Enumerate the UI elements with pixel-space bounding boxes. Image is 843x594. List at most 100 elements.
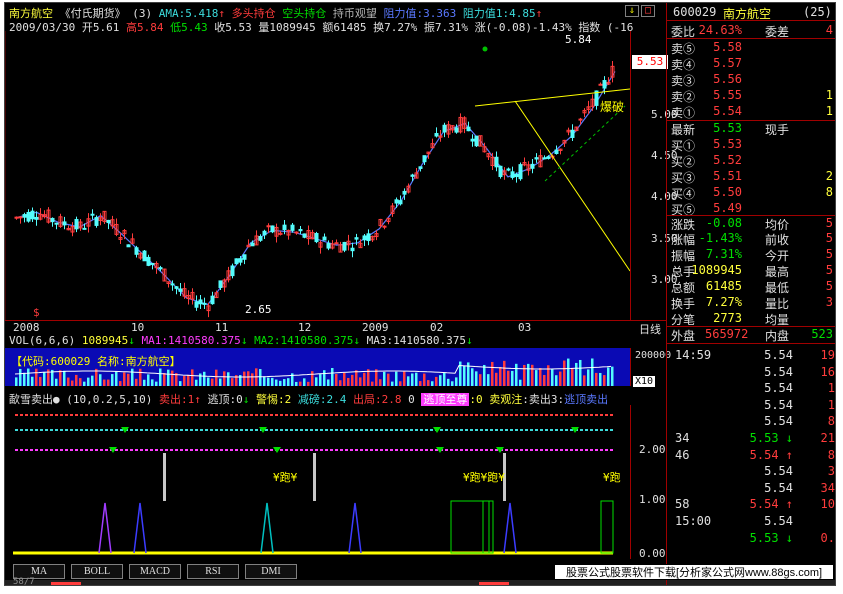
ask-label: 卖⑤	[671, 42, 696, 56]
tick-price: 5.54	[764, 514, 793, 528]
volume-bar	[527, 363, 530, 386]
signal-dot	[482, 46, 488, 52]
candle	[474, 135, 479, 147]
volume-bar	[155, 381, 158, 386]
candle	[294, 231, 299, 234]
candle	[194, 301, 199, 308]
candle	[34, 216, 39, 220]
ask-row[interactable]: 卖② 5.55 1	[667, 88, 835, 104]
stat-value-2: 5	[825, 216, 833, 230]
latest-row: 最新 5.53 现手	[667, 120, 835, 137]
volume-bar	[543, 374, 546, 386]
candle	[362, 235, 367, 241]
volume-bar	[335, 374, 338, 386]
volume-bar	[559, 371, 562, 386]
green-block	[600, 500, 614, 554]
volume-bar	[259, 369, 262, 386]
stat-row: 振幅 7.31% 今开 5	[667, 247, 835, 263]
candle	[282, 224, 287, 231]
tab-rsi[interactable]: RSI	[187, 564, 239, 579]
volume-bar	[419, 381, 422, 386]
ask-label: 卖③	[671, 74, 696, 88]
ask-price: 5.55	[713, 88, 742, 102]
candle	[514, 174, 519, 178]
indicator-axis-label: 1.00	[639, 493, 666, 506]
indicator-chart[interactable]: ¥跑¥ ¥跑¥跑¥ ¥跑	[5, 405, 630, 559]
volume-bar	[567, 358, 570, 386]
pin-icon[interactable]: ⇓	[625, 5, 639, 17]
candle	[82, 227, 87, 230]
volume-bar	[351, 374, 354, 386]
volume-bar	[475, 371, 478, 386]
ask-row[interactable]: 卖⑤ 5.58	[667, 40, 835, 56]
volume-bar	[303, 378, 306, 386]
candle	[402, 190, 407, 195]
ask-price: 5.57	[713, 56, 742, 70]
candle	[602, 80, 607, 89]
candle	[302, 233, 307, 238]
volume-bar	[127, 373, 130, 386]
candle	[422, 155, 427, 163]
bid-label: 买②	[671, 155, 696, 169]
run-label: ¥跑¥跑¥	[463, 470, 505, 484]
tab-boll[interactable]: BOLL	[71, 564, 123, 579]
bid-label: 买①	[671, 139, 696, 153]
quote-code: 600029	[673, 5, 717, 19]
candle	[454, 127, 459, 133]
candle	[434, 133, 439, 137]
tick-price: 5.54 ↑	[749, 447, 793, 462]
month-label: 2008	[13, 321, 40, 334]
period-label[interactable]: 日线	[639, 321, 661, 337]
tick-time: 58	[675, 497, 690, 512]
volume-bar	[395, 371, 398, 386]
month-label: 10	[131, 321, 145, 334]
ask-row[interactable]: 卖④ 5.57	[667, 56, 835, 72]
run-label: ¥跑¥	[273, 470, 298, 484]
volume-bar	[327, 379, 330, 386]
bid-row[interactable]: 买③ 5.51 2	[667, 169, 835, 185]
volume-bar	[331, 368, 334, 386]
volume-bar	[471, 368, 474, 386]
tab-macd[interactable]: MACD	[129, 564, 181, 579]
volume-bar	[439, 375, 442, 386]
outer-inner-row: 外盘 565972 内盘 523	[667, 326, 835, 344]
tick-price: 5.54	[764, 364, 793, 379]
tab-dmi[interactable]: DMI	[245, 564, 297, 579]
ask-row[interactable]: 卖③ 5.56	[667, 72, 835, 88]
candle	[546, 156, 551, 159]
quote-panel: 600029 南方航空 (25) 委比 24.63% 委差 4 卖⑤ 5.58 卖④…	[666, 3, 835, 585]
volume-bar	[315, 377, 318, 386]
status-red-bar	[51, 582, 81, 585]
gray-bar	[163, 453, 166, 501]
volume-bar	[495, 372, 498, 386]
bid-row[interactable]: 买① 5.53	[667, 137, 835, 153]
tick-row: 5.54 8	[667, 414, 835, 430]
ask-row[interactable]: 卖① 5.54 1	[667, 104, 835, 120]
candle	[126, 244, 131, 248]
candle	[466, 126, 471, 132]
tick-row: 15:00 5.54	[667, 514, 835, 530]
low-label: 2.65	[245, 303, 272, 316]
vol-value: 1089945	[81, 334, 129, 347]
volume-bar	[207, 377, 210, 386]
volume-bar	[247, 371, 250, 386]
price-chart[interactable]: 5.84 2.65 爆破 $	[5, 31, 630, 321]
candle	[598, 83, 603, 86]
candle	[146, 256, 151, 266]
bid-price: 5.52	[713, 153, 742, 167]
maximize-icon[interactable]: □	[641, 5, 655, 17]
candle	[342, 241, 347, 251]
ask-price: 5.56	[713, 72, 742, 86]
spike-line	[260, 502, 274, 554]
stat-value: 61485	[705, 279, 742, 293]
volume-bar	[423, 373, 426, 386]
volume-bar	[399, 381, 402, 386]
bid-row[interactable]: 买② 5.52	[667, 153, 835, 169]
month-label: 11	[215, 321, 229, 334]
volume-bar	[75, 374, 78, 386]
volume-panel[interactable]: 【代码:600029 名称:南方航空】	[5, 348, 630, 386]
candle	[322, 236, 327, 241]
stat-row: 涨跌 -0.08 均价 5	[667, 215, 835, 232]
bid-row[interactable]: 买④ 5.50 8	[667, 185, 835, 201]
candle	[94, 217, 99, 226]
